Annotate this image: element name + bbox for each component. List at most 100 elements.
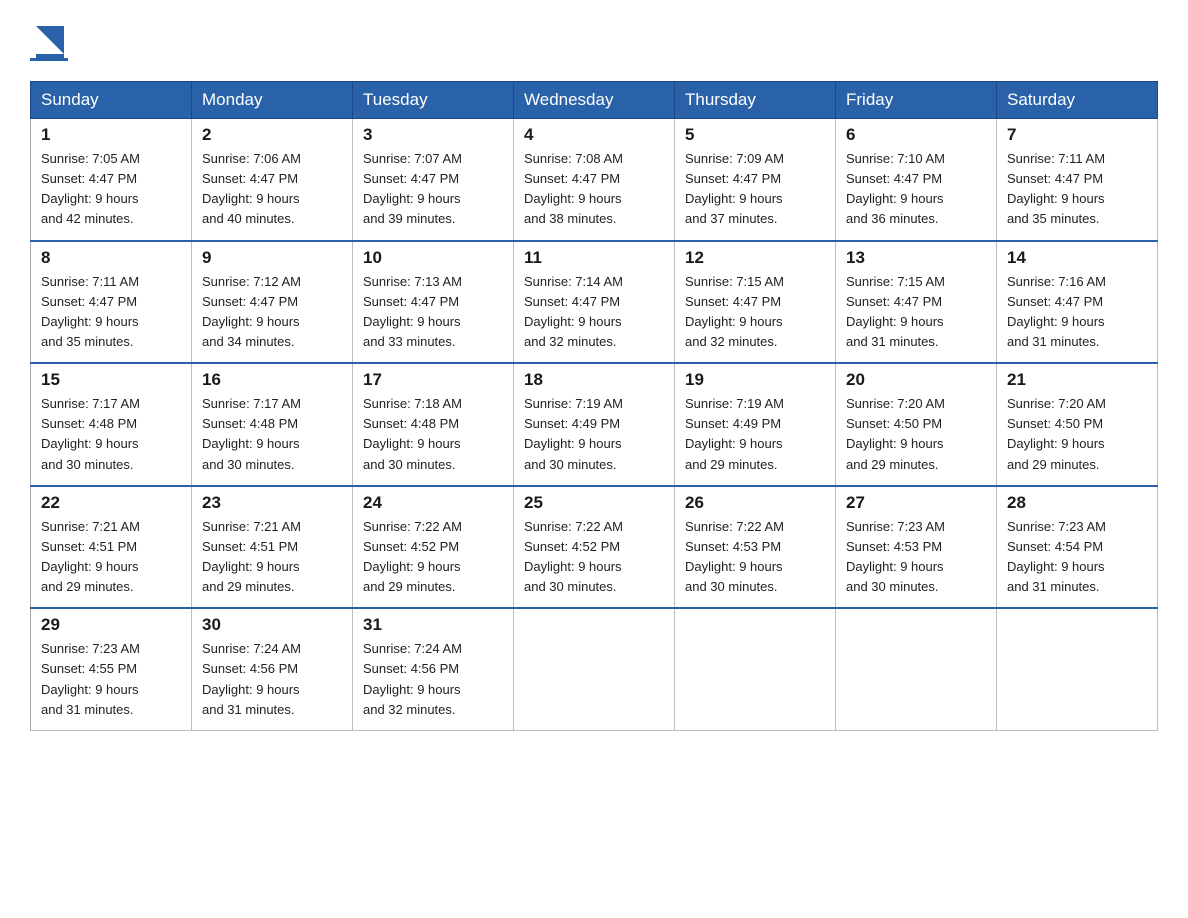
calendar-cell: 31 Sunrise: 7:24 AM Sunset: 4:56 PM Dayl… [353, 608, 514, 730]
calendar-cell: 4 Sunrise: 7:08 AM Sunset: 4:47 PM Dayli… [514, 119, 675, 241]
day-info: Sunrise: 7:11 AM Sunset: 4:47 PM Dayligh… [1007, 149, 1147, 230]
day-number: 31 [363, 615, 503, 635]
day-info: Sunrise: 7:09 AM Sunset: 4:47 PM Dayligh… [685, 149, 825, 230]
calendar-table: SundayMondayTuesdayWednesdayThursdayFrid… [30, 81, 1158, 731]
calendar-week-row-4: 22 Sunrise: 7:21 AM Sunset: 4:51 PM Dayl… [31, 486, 1158, 609]
day-info: Sunrise: 7:15 AM Sunset: 4:47 PM Dayligh… [685, 272, 825, 353]
day-info: Sunrise: 7:20 AM Sunset: 4:50 PM Dayligh… [846, 394, 986, 475]
day-info: Sunrise: 7:21 AM Sunset: 4:51 PM Dayligh… [41, 517, 181, 598]
calendar-cell: 7 Sunrise: 7:11 AM Sunset: 4:47 PM Dayli… [997, 119, 1158, 241]
calendar-cell: 5 Sunrise: 7:09 AM Sunset: 4:47 PM Dayli… [675, 119, 836, 241]
calendar-cell: 30 Sunrise: 7:24 AM Sunset: 4:56 PM Dayl… [192, 608, 353, 730]
logo [30, 20, 68, 61]
day-number: 12 [685, 248, 825, 268]
day-info: Sunrise: 7:23 AM Sunset: 4:54 PM Dayligh… [1007, 517, 1147, 598]
calendar-cell: 19 Sunrise: 7:19 AM Sunset: 4:49 PM Dayl… [675, 363, 836, 486]
calendar-cell: 16 Sunrise: 7:17 AM Sunset: 4:48 PM Dayl… [192, 363, 353, 486]
day-info: Sunrise: 7:15 AM Sunset: 4:47 PM Dayligh… [846, 272, 986, 353]
calendar-cell: 17 Sunrise: 7:18 AM Sunset: 4:48 PM Dayl… [353, 363, 514, 486]
day-info: Sunrise: 7:13 AM Sunset: 4:47 PM Dayligh… [363, 272, 503, 353]
day-info: Sunrise: 7:11 AM Sunset: 4:47 PM Dayligh… [41, 272, 181, 353]
day-number: 18 [524, 370, 664, 390]
day-number: 8 [41, 248, 181, 268]
day-number: 29 [41, 615, 181, 635]
weekday-header-tuesday: Tuesday [353, 82, 514, 119]
calendar-cell: 3 Sunrise: 7:07 AM Sunset: 4:47 PM Dayli… [353, 119, 514, 241]
day-info: Sunrise: 7:23 AM Sunset: 4:55 PM Dayligh… [41, 639, 181, 720]
calendar-cell [836, 608, 997, 730]
day-info: Sunrise: 7:18 AM Sunset: 4:48 PM Dayligh… [363, 394, 503, 475]
weekday-header-friday: Friday [836, 82, 997, 119]
day-number: 9 [202, 248, 342, 268]
weekday-header-saturday: Saturday [997, 82, 1158, 119]
day-number: 5 [685, 125, 825, 145]
calendar-cell: 6 Sunrise: 7:10 AM Sunset: 4:47 PM Dayli… [836, 119, 997, 241]
calendar-cell: 11 Sunrise: 7:14 AM Sunset: 4:47 PM Dayl… [514, 241, 675, 364]
day-info: Sunrise: 7:23 AM Sunset: 4:53 PM Dayligh… [846, 517, 986, 598]
calendar-week-row-3: 15 Sunrise: 7:17 AM Sunset: 4:48 PM Dayl… [31, 363, 1158, 486]
calendar-cell: 24 Sunrise: 7:22 AM Sunset: 4:52 PM Dayl… [353, 486, 514, 609]
calendar-cell: 22 Sunrise: 7:21 AM Sunset: 4:51 PM Dayl… [31, 486, 192, 609]
calendar-cell: 18 Sunrise: 7:19 AM Sunset: 4:49 PM Dayl… [514, 363, 675, 486]
calendar-cell: 21 Sunrise: 7:20 AM Sunset: 4:50 PM Dayl… [997, 363, 1158, 486]
calendar-cell: 25 Sunrise: 7:22 AM Sunset: 4:52 PM Dayl… [514, 486, 675, 609]
calendar-cell [514, 608, 675, 730]
weekday-header-row: SundayMondayTuesdayWednesdayThursdayFrid… [31, 82, 1158, 119]
day-number: 4 [524, 125, 664, 145]
day-number: 6 [846, 125, 986, 145]
calendar-cell: 1 Sunrise: 7:05 AM Sunset: 4:47 PM Dayli… [31, 119, 192, 241]
calendar-cell: 13 Sunrise: 7:15 AM Sunset: 4:47 PM Dayl… [836, 241, 997, 364]
calendar-cell: 20 Sunrise: 7:20 AM Sunset: 4:50 PM Dayl… [836, 363, 997, 486]
day-info: Sunrise: 7:22 AM Sunset: 4:52 PM Dayligh… [524, 517, 664, 598]
day-info: Sunrise: 7:05 AM Sunset: 4:47 PM Dayligh… [41, 149, 181, 230]
calendar-cell: 28 Sunrise: 7:23 AM Sunset: 4:54 PM Dayl… [997, 486, 1158, 609]
day-info: Sunrise: 7:19 AM Sunset: 4:49 PM Dayligh… [524, 394, 664, 475]
day-info: Sunrise: 7:17 AM Sunset: 4:48 PM Dayligh… [202, 394, 342, 475]
day-number: 20 [846, 370, 986, 390]
day-info: Sunrise: 7:21 AM Sunset: 4:51 PM Dayligh… [202, 517, 342, 598]
calendar-week-row-1: 1 Sunrise: 7:05 AM Sunset: 4:47 PM Dayli… [31, 119, 1158, 241]
day-number: 14 [1007, 248, 1147, 268]
day-number: 15 [41, 370, 181, 390]
day-info: Sunrise: 7:24 AM Sunset: 4:56 PM Dayligh… [202, 639, 342, 720]
day-number: 24 [363, 493, 503, 513]
day-number: 1 [41, 125, 181, 145]
day-number: 30 [202, 615, 342, 635]
calendar-cell [997, 608, 1158, 730]
day-info: Sunrise: 7:20 AM Sunset: 4:50 PM Dayligh… [1007, 394, 1147, 475]
calendar-cell: 23 Sunrise: 7:21 AM Sunset: 4:51 PM Dayl… [192, 486, 353, 609]
day-info: Sunrise: 7:14 AM Sunset: 4:47 PM Dayligh… [524, 272, 664, 353]
logo-triangle-icon [32, 22, 68, 60]
day-number: 19 [685, 370, 825, 390]
day-number: 16 [202, 370, 342, 390]
weekday-header-wednesday: Wednesday [514, 82, 675, 119]
day-number: 21 [1007, 370, 1147, 390]
day-info: Sunrise: 7:22 AM Sunset: 4:53 PM Dayligh… [685, 517, 825, 598]
calendar-cell: 12 Sunrise: 7:15 AM Sunset: 4:47 PM Dayl… [675, 241, 836, 364]
day-info: Sunrise: 7:19 AM Sunset: 4:49 PM Dayligh… [685, 394, 825, 475]
day-info: Sunrise: 7:07 AM Sunset: 4:47 PM Dayligh… [363, 149, 503, 230]
day-number: 17 [363, 370, 503, 390]
day-number: 25 [524, 493, 664, 513]
day-info: Sunrise: 7:10 AM Sunset: 4:47 PM Dayligh… [846, 149, 986, 230]
day-number: 11 [524, 248, 664, 268]
calendar-cell [675, 608, 836, 730]
day-number: 3 [363, 125, 503, 145]
day-info: Sunrise: 7:22 AM Sunset: 4:52 PM Dayligh… [363, 517, 503, 598]
day-number: 27 [846, 493, 986, 513]
calendar-cell: 26 Sunrise: 7:22 AM Sunset: 4:53 PM Dayl… [675, 486, 836, 609]
calendar-week-row-5: 29 Sunrise: 7:23 AM Sunset: 4:55 PM Dayl… [31, 608, 1158, 730]
day-info: Sunrise: 7:17 AM Sunset: 4:48 PM Dayligh… [41, 394, 181, 475]
weekday-header-monday: Monday [192, 82, 353, 119]
calendar-cell: 9 Sunrise: 7:12 AM Sunset: 4:47 PM Dayli… [192, 241, 353, 364]
calendar-week-row-2: 8 Sunrise: 7:11 AM Sunset: 4:47 PM Dayli… [31, 241, 1158, 364]
day-info: Sunrise: 7:24 AM Sunset: 4:56 PM Dayligh… [363, 639, 503, 720]
calendar-cell: 10 Sunrise: 7:13 AM Sunset: 4:47 PM Dayl… [353, 241, 514, 364]
day-number: 26 [685, 493, 825, 513]
day-info: Sunrise: 7:12 AM Sunset: 4:47 PM Dayligh… [202, 272, 342, 353]
calendar-cell: 8 Sunrise: 7:11 AM Sunset: 4:47 PM Dayli… [31, 241, 192, 364]
day-number: 7 [1007, 125, 1147, 145]
day-number: 28 [1007, 493, 1147, 513]
day-number: 13 [846, 248, 986, 268]
day-number: 10 [363, 248, 503, 268]
